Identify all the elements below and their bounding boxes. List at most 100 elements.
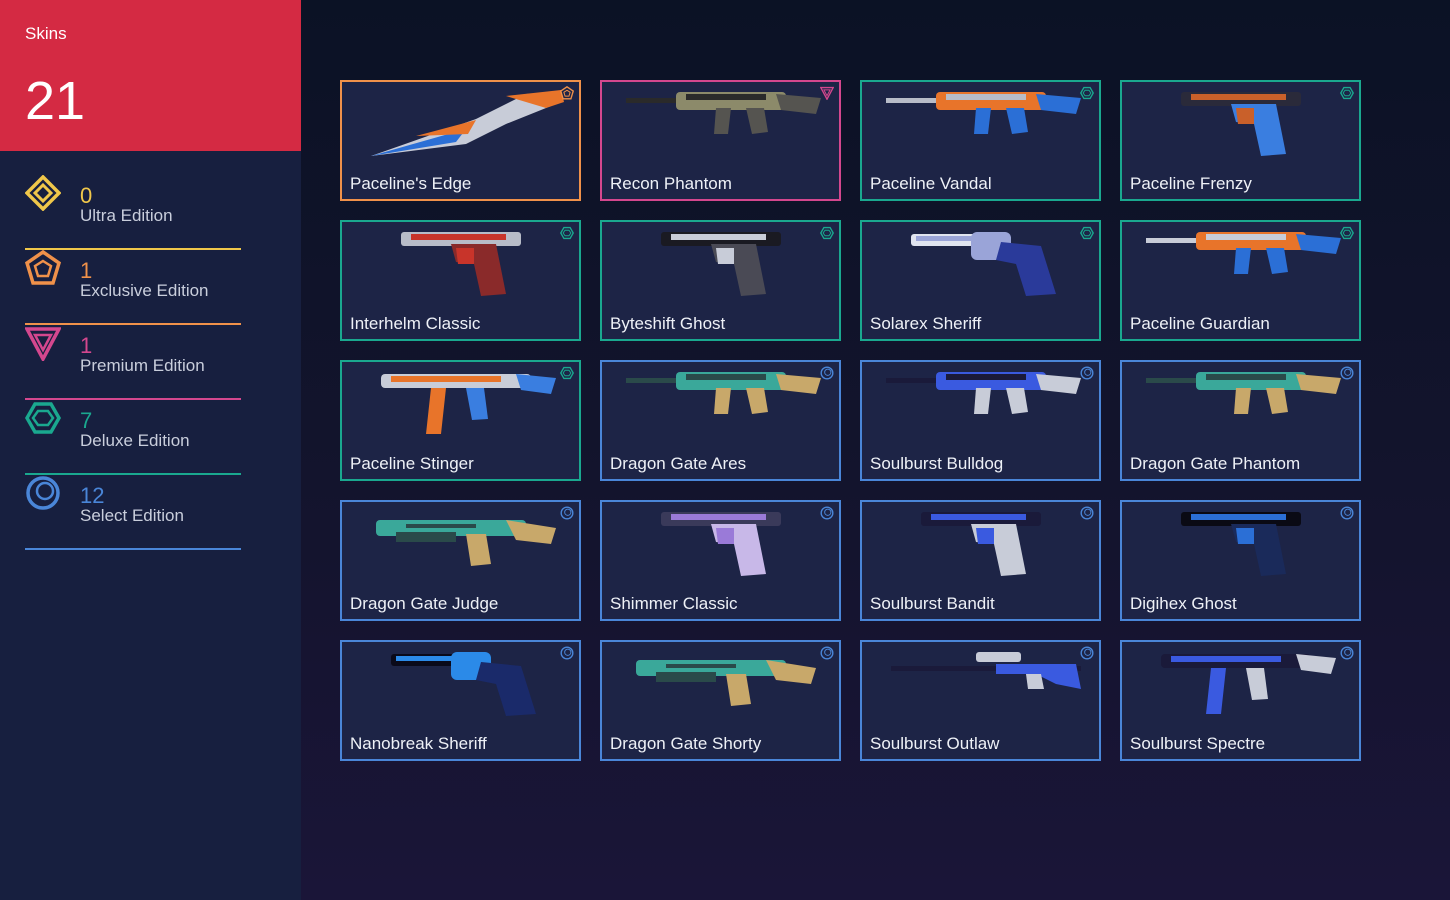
skin-name: Byteshift Ghost (610, 314, 726, 333)
skins-header: Skins 21 (0, 0, 301, 151)
skin-card[interactable]: Soulburst Outlaw (860, 640, 1101, 761)
select-edition-icon (560, 646, 574, 660)
pistol-icon (616, 504, 826, 582)
select-edition-icon (820, 646, 834, 660)
skin-name: Soulburst Bandit (870, 594, 995, 613)
skin-name: Soulburst Spectre (1130, 734, 1266, 753)
deluxe-edition-icon (1339, 86, 1355, 100)
skin-name: Dragon Gate Shorty (610, 734, 762, 753)
deluxe-edition-icon (24, 400, 62, 436)
pistol-icon (356, 224, 566, 302)
skin-name: Soulburst Bulldog (870, 454, 1004, 473)
tier-label: Deluxe Edition (80, 431, 190, 450)
skin-card[interactable]: Dragon Gate Ares (600, 360, 841, 481)
tier-underline (25, 548, 241, 550)
select-edition-icon (1080, 506, 1094, 520)
skin-card[interactable]: Recon Phantom (600, 80, 841, 201)
select-edition-icon (1340, 506, 1354, 520)
smg-icon (1136, 644, 1346, 722)
skin-card[interactable]: Dragon Gate Shorty (600, 640, 841, 761)
skin-card[interactable]: Paceline Stinger (340, 360, 581, 481)
rifle-icon (1136, 224, 1346, 302)
select-edition-icon (560, 506, 574, 520)
select-edition-icon (820, 366, 834, 380)
skin-name: Soulburst Outlaw (870, 734, 1000, 753)
tier-deluxe: 7 Deluxe Edition (24, 400, 241, 475)
tier-count: 7 (80, 408, 93, 433)
pistol-icon (1136, 84, 1346, 162)
deluxe-edition-icon (1339, 226, 1355, 240)
tier-exclusive: 1 Exclusive Edition (24, 249, 241, 325)
knife-icon (356, 84, 566, 162)
select-edition-icon (1080, 646, 1094, 660)
deluxe-edition-icon (559, 226, 575, 240)
skin-card[interactable]: Soulburst Bulldog (860, 360, 1101, 481)
deluxe-edition-icon (1079, 226, 1095, 240)
tier-count: 1 (80, 258, 93, 283)
select-edition-icon (1340, 366, 1354, 380)
select-edition-icon (1080, 366, 1094, 380)
smg-icon (356, 364, 566, 442)
tier-label: Ultra Edition (80, 206, 173, 225)
skin-name: Recon Phantom (610, 174, 732, 193)
skin-card[interactable]: Soulburst Spectre (1120, 640, 1361, 761)
skin-name: Digihex Ghost (1130, 594, 1237, 613)
select-edition-icon (25, 475, 61, 511)
skin-card[interactable]: Nanobreak Sheriff (340, 640, 581, 761)
skin-name: Paceline Vandal (870, 174, 992, 193)
skin-name: Paceline Stinger (350, 454, 474, 473)
skin-name: Dragon Gate Judge (350, 594, 499, 613)
skin-name: Paceline Guardian (1130, 314, 1270, 333)
deluxe-edition-icon (559, 366, 575, 380)
rifle-icon (876, 364, 1086, 442)
skin-card[interactable]: Dragon Gate Judge (340, 500, 581, 621)
skin-name: Shimmer Classic (610, 594, 738, 613)
pistol-icon (616, 224, 826, 302)
pistol-icon (1136, 504, 1346, 582)
skins-title: Skins (25, 24, 67, 43)
tier-count: 0 (80, 183, 93, 208)
premium-edition-icon (819, 86, 835, 101)
select-edition-icon (1340, 646, 1354, 660)
skins-total-count: 21 (25, 71, 86, 131)
skin-card[interactable]: Paceline Guardian (1120, 220, 1361, 341)
skin-card[interactable]: Interhelm Classic (340, 220, 581, 341)
skin-card[interactable]: Byteshift Ghost (600, 220, 841, 341)
skin-card[interactable]: Dragon Gate Phantom (1120, 360, 1361, 481)
rifle-icon (616, 84, 826, 162)
skin-card[interactable]: Paceline Vandal (860, 80, 1101, 201)
select-edition-icon (820, 506, 834, 520)
shotgun-icon (616, 644, 826, 722)
tier-count: 12 (80, 483, 105, 508)
tier-label: Exclusive Edition (80, 281, 209, 300)
deluxe-edition-icon (819, 226, 835, 240)
tier-label: Select Edition (80, 506, 184, 525)
deluxe-edition-icon (1079, 86, 1095, 100)
sidebar: Skins 21 0 Ultra Edition 1 Exclusive Edi… (0, 0, 301, 900)
exclusive-edition-icon (559, 85, 575, 100)
skin-name: Paceline's Edge (350, 174, 472, 193)
rifle-icon (616, 364, 826, 442)
revolver-icon (876, 224, 1086, 302)
tier-select: 12 Select Edition (25, 475, 241, 550)
tier-premium: 1 Premium Edition (24, 325, 241, 400)
skins-grid: Paceline's Edge Recon Phantom Paceline V… (340, 80, 1361, 761)
tier-count: 1 (80, 333, 93, 358)
premium-edition-icon (24, 325, 62, 363)
skin-name: Solarex Sheriff (870, 314, 982, 333)
rifle-icon (1136, 364, 1346, 442)
skin-card[interactable]: Paceline's Edge (340, 80, 581, 201)
ultra-edition-icon (24, 174, 62, 212)
skin-card[interactable]: Solarex Sheriff (860, 220, 1101, 341)
exclusive-edition-icon (24, 249, 62, 286)
skin-card[interactable]: Soulburst Bandit (860, 500, 1101, 621)
skin-card[interactable]: Shimmer Classic (600, 500, 841, 621)
revolver-icon (356, 644, 566, 722)
skin-card[interactable]: Paceline Frenzy (1120, 80, 1361, 201)
rifle-icon (876, 84, 1086, 162)
skin-card[interactable]: Digihex Ghost (1120, 500, 1361, 621)
skin-name: Paceline Frenzy (1130, 174, 1252, 193)
pistol-icon (876, 504, 1086, 582)
skin-name: Nanobreak Sheriff (350, 734, 487, 753)
shotgun-icon (356, 504, 566, 582)
